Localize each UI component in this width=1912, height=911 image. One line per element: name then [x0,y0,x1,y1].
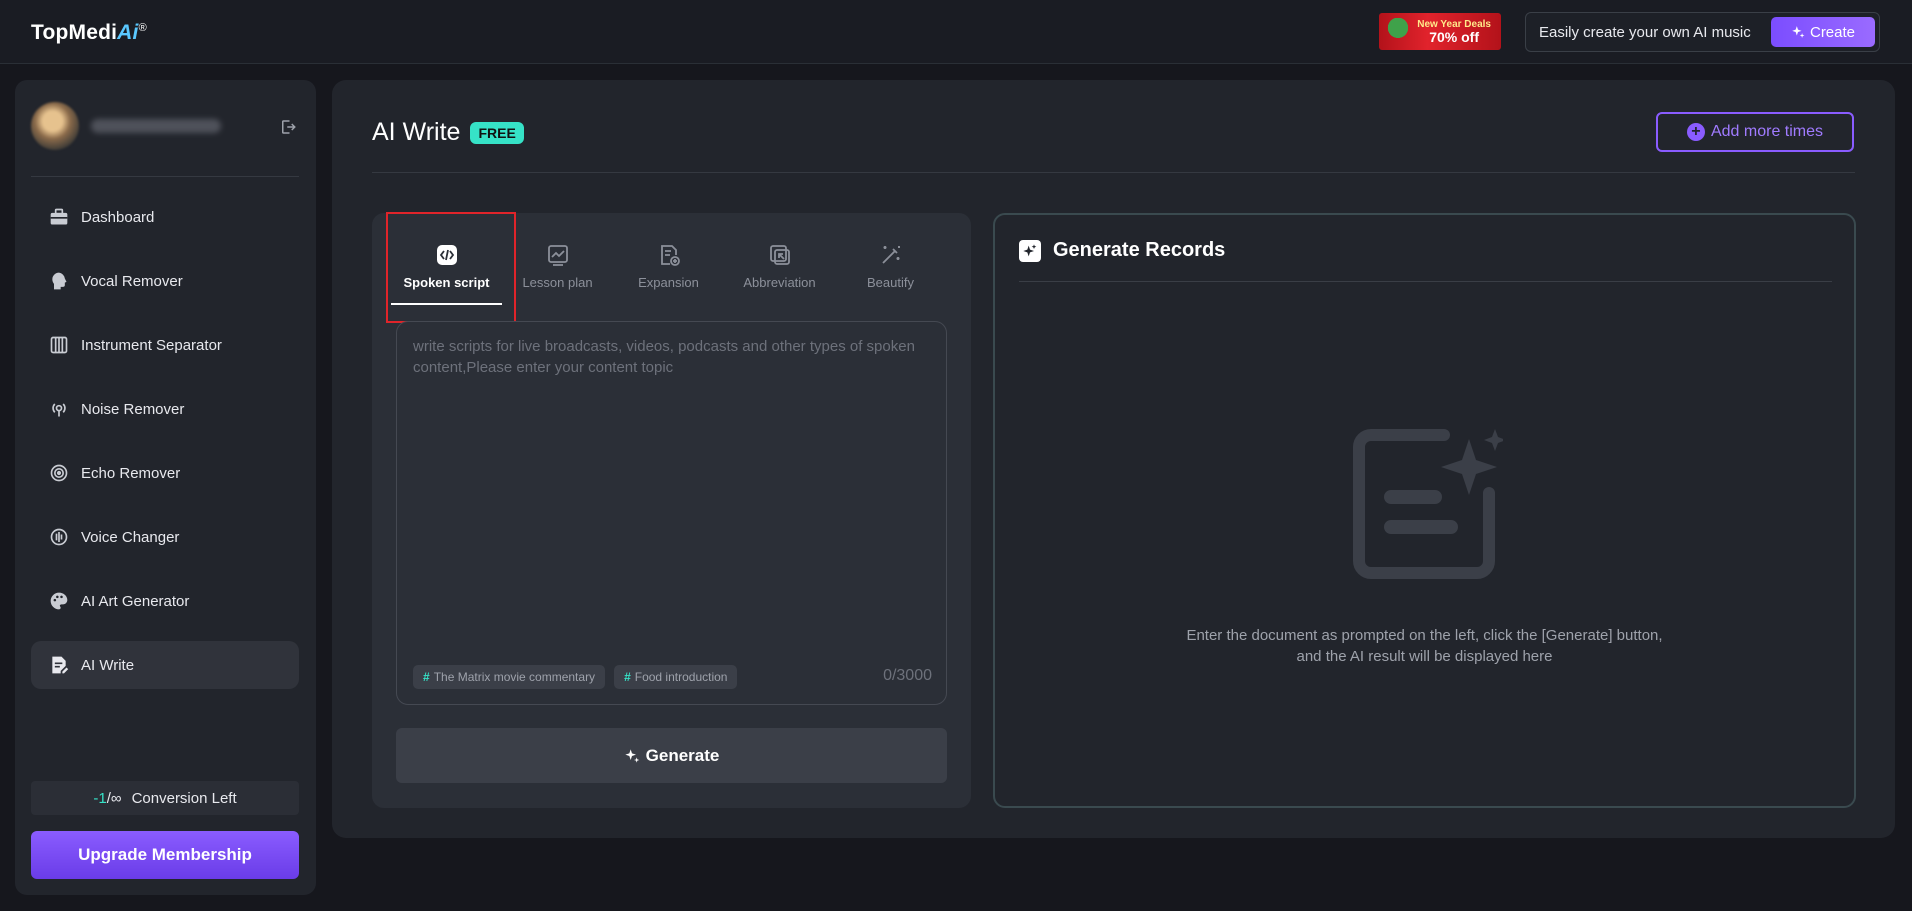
logo-registered: ® [138,22,147,34]
suggestion-chips: # The Matrix movie commentary # Food int… [413,665,738,689]
tab-expansion[interactable]: Expansion [613,243,724,297]
records-panel: Generate Records Enter the document as p… [993,213,1856,808]
conversion-count: -1/∞ [93,790,121,807]
records-header: Generate Records [1019,239,1225,262]
records-divider [1019,281,1832,282]
palette-icon [50,592,68,610]
topic-input[interactable] [413,336,933,636]
input-box: # The Matrix movie commentary # Food int… [396,321,947,705]
chip-label: The Matrix movie commentary [433,670,596,684]
sidebar-item-vocal-remover[interactable]: Vocal Remover [31,257,299,305]
sidebar-item-ai-art-generator[interactable]: AI Art Generator [31,577,299,625]
write-tabs: Spoken script Lesson plan Expansion Abbr… [391,243,946,305]
user-profile [31,102,301,154]
free-badge: FREE [470,121,524,144]
create-button[interactable]: Create [1771,17,1875,47]
plus-circle-icon: + [1686,123,1705,141]
sidebar-item-label: AI Write [81,656,135,674]
conversion-count-infinity: /∞ [106,789,122,807]
generate-button[interactable]: Generate [396,728,947,783]
promo-banner[interactable]: New Year Deals 70% off [1379,13,1501,50]
sparkle-icon [624,748,639,763]
upgrade-membership-button[interactable]: Upgrade Membership [31,831,299,879]
main-content: AI Write FREE + Add more times Spoken sc… [332,80,1895,838]
tab-label: Spoken script [403,275,490,290]
add-more-label: Add more times [1710,123,1824,140]
empty-document-icon [1353,429,1503,579]
sidebar-item-ai-write[interactable]: AI Write [31,641,299,689]
hash-icon: # [423,670,430,684]
user-email [91,119,221,133]
briefcase-icon [50,208,68,225]
head-icon [52,272,67,290]
tab-label: Beautify [867,275,914,290]
sidebar-item-label: Dashboard [81,208,155,226]
conversion-left: -1/∞ Conversion Left [31,781,299,815]
broadcast-icon [52,403,66,417]
page-title-text: AI Write [372,118,461,146]
records-title: Generate Records [1053,239,1226,261]
piano-icon [50,336,68,354]
sparkle-icon [1792,26,1805,38]
empty-state-text: Enter the document as prompted on the le… [995,625,1854,667]
char-counter: 0/3000 [883,667,932,684]
logo-ai: Ai [117,21,139,44]
conversion-count-value: -1 [93,789,107,807]
page-title: AI Write FREE [372,118,524,147]
sidebar-item-label: Voice Changer [81,528,180,546]
ai-music-cta: Easily create your own AI music Create [1525,12,1880,52]
add-more-times-button[interactable]: + Add more times [1656,112,1854,152]
tab-abbreviation[interactable]: Abbreviation [724,243,835,297]
suggestion-chip[interactable]: # Food introduction [614,665,738,689]
magic-wand-icon [881,246,900,264]
top-bar: TopMediAi® New Year Deals 70% off Easily… [0,0,1912,64]
write-icon [52,656,69,674]
sidebar-item-echo-remover[interactable]: Echo Remover [31,449,299,497]
sidebar-item-label: Vocal Remover [81,272,183,290]
chart-icon [547,245,568,266]
sidebar-item-dashboard[interactable]: Dashboard [31,193,299,241]
tab-label: Expansion [638,275,699,290]
tab-label: Abbreviation [743,275,816,290]
sidebar-item-noise-remover[interactable]: Noise Remover [31,385,299,433]
conversion-label: Conversion Left [131,789,237,807]
sidebar: Dashboard Vocal Remover Instrument Separ… [15,80,316,895]
records-icon [1019,239,1041,262]
write-panel: Spoken script Lesson plan Expansion Abbr… [372,212,971,808]
empty-text-line2: and the AI result will be displayed here [1296,648,1553,665]
echo-icon [50,464,68,482]
sidebar-item-label: Echo Remover [81,464,181,482]
suggestion-chip[interactable]: # The Matrix movie commentary [413,665,606,689]
generate-label: Generate [645,745,720,765]
sidebar-item-instrument-separator[interactable]: Instrument Separator [31,321,299,369]
shrink-icon [769,245,790,265]
sidebar-item-label: AI Art Generator [81,592,190,610]
main-divider [372,172,1855,173]
sidebar-item-label: Instrument Separator [81,336,222,354]
sidebar-item-label: Noise Remover [81,400,185,418]
tab-beautify[interactable]: Beautify [835,243,946,297]
code-icon [436,245,457,265]
voice-changer-icon [50,528,68,546]
empty-text-line1: Enter the document as prompted on the le… [1186,627,1663,644]
avatar[interactable] [31,102,79,150]
tab-lesson-plan[interactable]: Lesson plan [502,243,613,297]
doc-plus-icon [660,245,680,266]
promo-line1: New Year Deals [1417,18,1491,30]
sidebar-item-voice-changer[interactable]: Voice Changer [31,513,299,561]
chip-label: Food introduction [634,670,728,684]
create-label: Create [1809,23,1856,41]
sidebar-divider [31,176,299,177]
promo-line2: 70% off [1429,28,1480,45]
tab-spoken-script[interactable]: Spoken script [391,243,502,305]
sidebar-nav: Dashboard Vocal Remover Instrument Separ… [31,193,299,705]
tab-label: Lesson plan [522,275,593,290]
logo[interactable]: TopMediAi® [31,21,147,45]
hash-icon: # [624,670,631,684]
christmas-tree-icon [1385,18,1411,46]
logo-text: TopMedi [31,21,118,44]
cta-text: Easily create your own AI music [1539,23,1751,41]
logout-icon[interactable] [279,118,297,136]
